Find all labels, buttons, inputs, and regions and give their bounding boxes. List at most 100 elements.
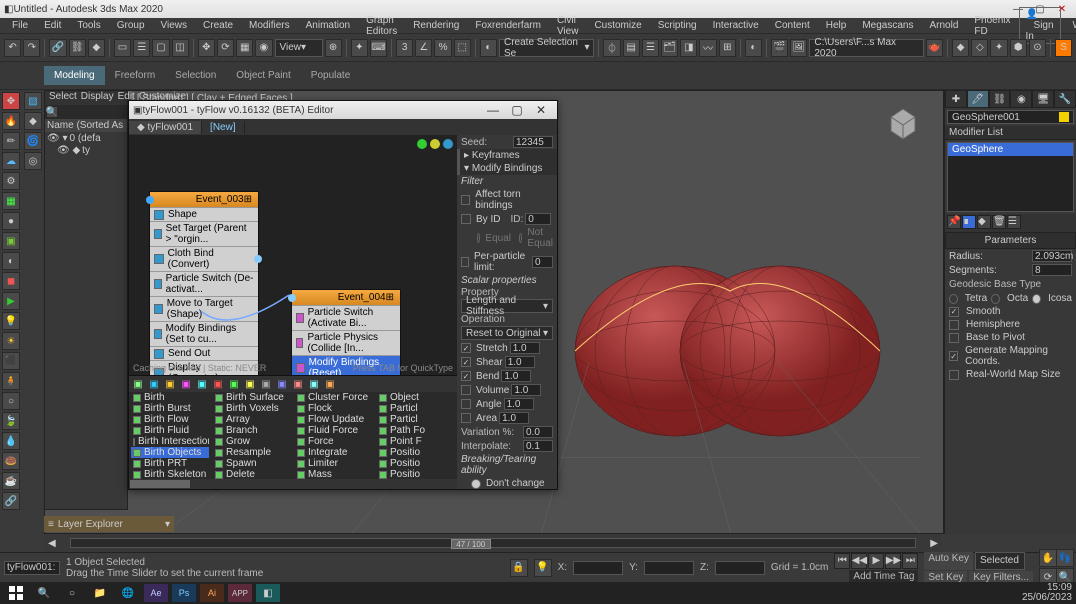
op-settarget[interactable]: Set Target (Parent > "orgin...	[150, 221, 258, 246]
op-pswitch2[interactable]: Particle Switch (Activate Bi...	[292, 305, 400, 330]
menu-rendering[interactable]: Rendering	[405, 20, 467, 31]
display-tab[interactable]: 🖥	[1032, 90, 1054, 108]
pal-filter-9[interactable]: ▣	[275, 377, 289, 391]
graph-yellow-dot[interactable]	[430, 139, 440, 149]
event4-input-dot[interactable]	[288, 294, 296, 302]
pal-filter-1[interactable]: ▣	[147, 377, 161, 391]
select-rect-button[interactable]: ▢	[152, 39, 169, 57]
selection-set-combo[interactable]: Create Selection Se ▾	[499, 39, 595, 57]
substance-button[interactable]: S	[1055, 39, 1072, 57]
pal-filter-all[interactable]: ▣	[131, 377, 145, 391]
menu-phoenixfd[interactable]: Phoenix FD	[966, 15, 1018, 37]
render-setup-button[interactable]: 🎬	[771, 39, 788, 57]
palette-item[interactable]: Birth	[131, 392, 209, 403]
prev-frame[interactable]: ◀◀	[851, 553, 867, 569]
ribbon-tab-modeling[interactable]: Modeling	[44, 66, 105, 85]
goto-end[interactable]: ⏭	[902, 553, 918, 569]
autokey-button[interactable]: Auto Key	[924, 552, 973, 570]
link-button[interactable]: 🔗	[49, 39, 66, 57]
notequal-radio[interactable]	[519, 233, 522, 243]
op-pphysics[interactable]: Particle Physics (Collide [In...	[292, 330, 400, 355]
palette-item[interactable]: Positio	[377, 458, 455, 469]
cube-red-icon[interactable]: ◼	[2, 272, 20, 290]
select-name-button[interactable]: ☰	[133, 39, 150, 57]
menu-modifiers[interactable]: Modifiers	[241, 20, 298, 31]
unique-button[interactable]: ◆	[977, 215, 991, 229]
motion-tab[interactable]: ◉	[1010, 90, 1032, 108]
pencil-icon[interactable]: ✏	[2, 132, 20, 150]
x-field[interactable]	[573, 561, 623, 575]
keymode-combo[interactable]: Selected	[975, 552, 1025, 570]
layer-explorer[interactable]: ≡ Layer Explorer ▾	[44, 516, 174, 532]
tool-d-button[interactable]: ⬢	[1010, 39, 1027, 57]
water-icon[interactable]: 💧	[2, 432, 20, 450]
seed-spinner[interactable]: 12345	[513, 136, 553, 148]
snap-button[interactable]: 3	[396, 39, 413, 57]
bend-spinner[interactable]: 1.0	[501, 370, 531, 382]
create-tab[interactable]: ✚	[945, 90, 967, 108]
palette-item[interactable]: Mass	[295, 469, 373, 479]
redo-button[interactable]: ↷	[23, 39, 40, 57]
operation-dropdown[interactable]: Reset to Original▾	[461, 326, 553, 340]
se-select[interactable]: Select	[49, 91, 77, 105]
unlink-button[interactable]: ⛓	[69, 39, 86, 57]
dot-icon[interactable]: ●	[2, 212, 20, 230]
params-rollout[interactable]: Parameters	[945, 232, 1076, 249]
stretch-check[interactable]	[461, 343, 471, 353]
pal-filter-7[interactable]: ▣	[243, 377, 257, 391]
ribbon-tab-objectpaint[interactable]: Object Paint	[226, 66, 300, 85]
undo-button[interactable]: ↶	[4, 39, 21, 57]
leaf-icon[interactable]: 🍃	[2, 412, 20, 430]
time-slider-thumb[interactable]: 47 / 100	[451, 539, 491, 549]
palette-item[interactable]: Particl	[377, 403, 455, 414]
utilities-tab[interactable]: 🔧	[1054, 90, 1076, 108]
modify-tab[interactable]: 🖊	[967, 90, 989, 108]
palette-item[interactable]: Birth Fluid	[131, 425, 209, 436]
palette-item[interactable]: Flock	[295, 403, 373, 414]
shape2-icon[interactable]: ◆	[24, 112, 42, 130]
op-shape[interactable]: Shape	[150, 207, 258, 221]
object-name-field[interactable]: GeoSphere001	[947, 110, 1074, 124]
perparticle-check[interactable]	[461, 257, 469, 267]
graph-green-dot[interactable]	[417, 139, 427, 149]
palette-item[interactable]: Particl	[377, 414, 455, 425]
time-slider-track[interactable]: 47 / 100	[70, 538, 917, 548]
pal-filter-10[interactable]: ▣	[291, 377, 305, 391]
tyflow-tab[interactable]: ◆ tyFlow001	[129, 121, 202, 134]
select-button[interactable]: ▭	[114, 39, 131, 57]
modifier-stack[interactable]: GeoSphere	[947, 142, 1074, 212]
pal-filter-12[interactable]: ▣	[323, 377, 337, 391]
script-listener[interactable]	[4, 561, 60, 575]
tetra-radio[interactable]	[949, 294, 958, 304]
volume-spinner[interactable]: 1.0	[511, 384, 541, 396]
op-output-dot[interactable]	[254, 255, 262, 263]
tyflow-graph[interactable]: Event_003 ⊞ Shape Set Target (Parent > "…	[129, 135, 457, 375]
tyflow-new-tab[interactable]: [New]	[202, 121, 245, 134]
se-display[interactable]: Display	[81, 91, 114, 105]
volume-check[interactable]	[461, 385, 471, 395]
angle-snap-button[interactable]: ∠	[415, 39, 432, 57]
app-icon[interactable]: APP	[228, 584, 252, 602]
menu-edit[interactable]: Edit	[36, 20, 69, 31]
curve-editor-button[interactable]: 〰	[699, 39, 716, 57]
cylinder-icon[interactable]: ⬛	[2, 352, 20, 370]
pivot-button[interactable]: ⊕	[325, 39, 342, 57]
palette-item[interactable]: Spawn	[213, 458, 291, 469]
property-dropdown[interactable]: Length and Stiffness▾	[461, 299, 553, 313]
palette-item[interactable]: Grow	[213, 436, 291, 447]
cube2-icon[interactable]: ▧	[24, 92, 42, 110]
segments-spinner[interactable]: 8	[1032, 264, 1072, 276]
menu-help[interactable]: Help	[818, 20, 855, 31]
modbind-rollout[interactable]: ▾ Modify Bindings	[457, 162, 557, 175]
palette-item[interactable]: Birth Objects	[131, 447, 209, 458]
area-spinner[interactable]: 1.0	[499, 412, 529, 424]
id-spinner[interactable]: 0	[525, 213, 551, 225]
palette-item[interactable]: Flow Update	[295, 414, 373, 425]
wps-button[interactable]: ◐	[480, 39, 497, 57]
palette-item[interactable]: Birth Skeleton	[131, 469, 209, 479]
keyboard-button[interactable]: ⌨	[370, 39, 387, 57]
angle-spinner[interactable]: 1.0	[504, 398, 534, 410]
palette-item[interactable]: Birth Intersections	[131, 436, 209, 447]
modifier-item[interactable]: GeoSphere	[948, 143, 1073, 156]
palette-item[interactable]: Point F	[377, 436, 455, 447]
